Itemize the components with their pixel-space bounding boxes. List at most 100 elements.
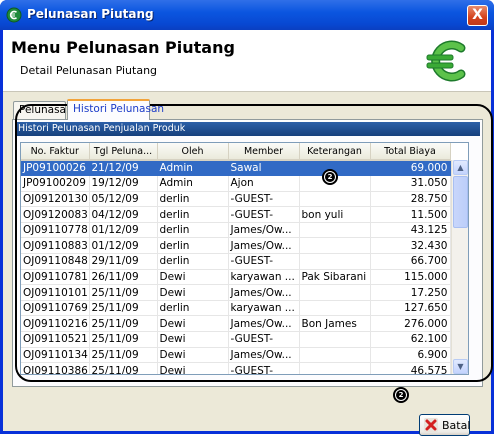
page-subtitle: Detail Pelunasan Piutang	[20, 64, 158, 77]
table-cell: OJ09110216	[21, 315, 90, 333]
table-cell: Bon James	[299, 315, 371, 333]
column-header-keterangan[interactable]: Keterangan	[299, 143, 371, 161]
table-cell: 32.430	[370, 237, 451, 255]
column-header-no-faktur[interactable]: No. Faktur	[21, 143, 90, 161]
table-cell: 25/11/09	[89, 315, 158, 333]
table-row[interactable]: JP09100209 19/12/09 Admin Ajon 31.050	[21, 175, 451, 192]
table-cell: 11.500	[370, 206, 451, 223]
table-cell: Dewi	[157, 347, 229, 364]
scroll-thumb[interactable]	[453, 176, 468, 228]
table-cell: -GUEST-	[228, 253, 300, 270]
annotation-badge-button-number: 2	[396, 390, 406, 400]
table-cell: 17.250	[370, 284, 451, 301]
table-row[interactable]: OJ09110848 29/11/09 derlin -GUEST- 66.700	[21, 253, 451, 270]
table-row[interactable]: OJ09110883 01/12/09 derlin James/Ow... 32.43…	[21, 237, 451, 255]
table-cell: OJ09110521	[21, 331, 90, 348]
table-cell: derlin	[157, 253, 229, 270]
table-cell: OJ09110883	[21, 237, 90, 255]
title-bar[interactable]: Pelunasan Piutang X	[0, 0, 494, 30]
table-cell: 04/12/09	[89, 206, 158, 223]
table-cell: 62.100	[370, 331, 451, 348]
table-cell	[299, 300, 371, 317]
table-cell: OJ09110769	[21, 300, 90, 317]
column-header-total-biaya[interactable]: Total Biaya	[370, 143, 451, 161]
cancel-icon	[424, 418, 438, 432]
table-cell: James/Ow...	[228, 237, 300, 255]
table-row[interactable]: OJ09120083 04/12/09 derlin -GUEST-bon yuli 1…	[21, 206, 451, 223]
table-cell: -GUEST-	[228, 331, 300, 348]
table-row[interactable]: OJ09110778 01/12/09 derlin James/Ow... 43.12…	[21, 222, 451, 239]
column-header-tgl-pelunasan[interactable]: Tgl Peluna...	[89, 143, 158, 161]
table-body: JP09100026 21/12/09 Admin Sawal 69.000 JP0910…	[21, 160, 451, 374]
table-cell: 66.700	[370, 253, 451, 270]
table-cell: Admin	[157, 175, 229, 192]
table-cell	[299, 284, 371, 301]
table-cell	[299, 347, 371, 364]
table-header-row: No. Faktur Tgl Peluna... Oleh Member Ket…	[21, 143, 451, 161]
table-cell: 31.050	[370, 175, 451, 192]
history-grid: No. Faktur Tgl Peluna... Oleh Member Ket…	[21, 143, 451, 374]
tab-histori-pelunasan[interactable]: Histori Pelunasan	[67, 99, 164, 120]
table-cell: Sawal	[228, 160, 300, 177]
table-row[interactable]: JP09100026 21/12/09 Admin Sawal 69.000	[21, 160, 451, 177]
table-cell	[299, 253, 371, 270]
table-cell: 276.000	[370, 315, 451, 333]
table-cell: OJ09110778	[21, 222, 90, 239]
panel-title: Histori Pelunasan Penjualan Produk	[15, 122, 480, 136]
table-cell: derlin	[157, 300, 229, 317]
table-cell: James/Ow...	[228, 347, 300, 364]
table-cell: Dewi	[157, 315, 229, 333]
app-window: Pelunasan Piutang X Menu Pelunasan Piuta…	[0, 0, 494, 436]
table-row[interactable]: OJ09110216 25/11/09 Dewi James/Ow... Bon Jam…	[21, 315, 451, 333]
tab-pelunasan[interactable]: Pelunasan	[13, 101, 73, 119]
history-table: No. Faktur Tgl Peluna... Oleh Member Ket…	[20, 142, 469, 375]
table-cell: 01/12/09	[89, 237, 158, 255]
table-cell: 19/12/09	[89, 175, 158, 192]
vertical-scrollbar[interactable]: ▲ ▼	[451, 160, 468, 374]
column-header-oleh[interactable]: Oleh	[157, 143, 229, 161]
annotation-badge-table-number: 2	[325, 172, 335, 182]
scroll-up-icon[interactable]: ▲	[453, 160, 468, 175]
table-row[interactable]: OJ09110134 25/11/09 Dewi James/Ow... 6.900	[21, 347, 451, 364]
table-row[interactable]: OJ09110101 25/11/09 Dewi James/Ow... 17.250	[21, 284, 451, 301]
table-cell: 25/11/09	[89, 362, 158, 374]
table-cell: -GUEST-	[228, 362, 300, 374]
table-cell: OJ09110781	[21, 269, 90, 286]
column-header-member[interactable]: Member	[228, 143, 300, 161]
table-cell: 115.000	[370, 269, 451, 286]
table-cell	[299, 222, 371, 239]
table-cell: JP09100209	[21, 175, 90, 192]
annotation-badge-table: 2	[322, 169, 338, 185]
table-row[interactable]: OJ09110769 25/11/09 derlin karyawan ... 127.…	[21, 300, 451, 317]
header-panel: Menu Pelunasan Piutang Detail Pelunasan …	[3, 30, 491, 92]
table-cell: 29/11/09	[89, 253, 158, 270]
table-row[interactable]: OJ09110521 25/11/09 Dewi -GUEST- 62.100	[21, 331, 451, 348]
table-cell: 01/12/09	[89, 222, 158, 239]
table-row[interactable]: OJ09120130 05/12/09 derlin -GUEST- 28.750	[21, 191, 451, 208]
table-cell: 25/11/09	[89, 331, 158, 348]
table-cell: derlin	[157, 222, 229, 239]
table-cell: Dewi	[157, 362, 229, 374]
table-cell: 25/11/09	[89, 300, 158, 317]
table-cell: 28.750	[370, 191, 451, 208]
table-cell: James/Ow...	[228, 284, 300, 301]
euro-icon	[426, 40, 466, 82]
app-icon	[6, 7, 22, 23]
table-cell: derlin	[157, 237, 229, 255]
table-row[interactable]: OJ09110386 25/11/09 Dewi -GUEST- 46.575	[21, 362, 451, 374]
table-cell: 69.000	[370, 160, 451, 177]
close-button[interactable]: X	[467, 5, 488, 26]
table-row[interactable]: OJ09110781 26/11/09 Dewi karyawan ... Pak Si…	[21, 269, 451, 286]
table-cell: 26/11/09	[89, 269, 158, 286]
scroll-down-icon[interactable]: ▼	[453, 359, 468, 374]
table-cell: James/Ow...	[228, 315, 300, 333]
table-cell: OJ09110848	[21, 253, 90, 270]
batal-button[interactable]: Batal	[419, 414, 470, 436]
table-cell: derlin	[157, 206, 229, 223]
table-cell: JP09100026	[21, 160, 90, 177]
table-cell: Dewi	[157, 331, 229, 348]
table-cell: OJ09110134	[21, 347, 90, 364]
table-cell: 6.900	[370, 347, 451, 364]
annotation-badge-button: 2	[393, 387, 409, 403]
table-cell: karyawan ...	[228, 269, 300, 286]
